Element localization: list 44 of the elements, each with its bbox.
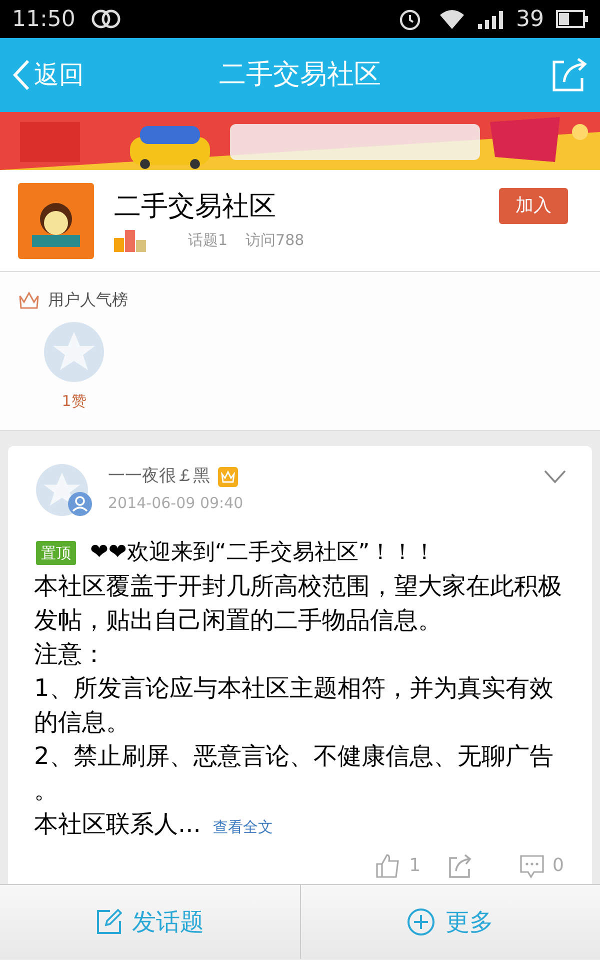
like-count: 1赞 (62, 391, 86, 412)
dropdown-icon[interactable] (544, 470, 566, 484)
thumbs-up-icon (375, 852, 402, 878)
visit-count: 访问788 (246, 230, 304, 252)
like-button[interactable]: 1 (375, 852, 421, 879)
share-icon[interactable] (446, 852, 473, 878)
wifi-icon (438, 8, 466, 30)
back-button[interactable]: 返回 (12, 56, 84, 94)
pinned-tag: 置顶 (36, 540, 76, 564)
read-more-link[interactable]: 查看全文 (212, 810, 273, 844)
join-button[interactable]: 加入 (499, 188, 568, 224)
edit-icon (96, 909, 122, 935)
post-text-line: 本社区覆盖于开封几所高校范围，望大家在此积极 (34, 571, 563, 602)
crown-badge-icon (218, 466, 238, 487)
clock: 11:50 (12, 6, 76, 34)
post-text-line: 本社区联系人... (34, 809, 201, 840)
topic-count: 话题1 (188, 230, 228, 252)
community-name: 二手交易社区 (114, 190, 277, 224)
post-text-line: 2、禁止刷屏、恶意言论、不健康信息、无聊广告 (34, 741, 554, 772)
post-text-line: 的信息。 (34, 707, 131, 738)
post-time: 2014-06-09 09:40 (108, 492, 244, 514)
post-text-line: 发帖，贴出自己闲置的二手物品信息。 (34, 605, 443, 636)
battery-icon (556, 10, 588, 28)
page-title: 二手交易社区 (219, 58, 381, 92)
new-topic-button[interactable]: 发话题 (0, 885, 300, 959)
avatar-icon (44, 322, 104, 382)
user-icon (68, 492, 92, 516)
more-button[interactable]: 更多 (300, 885, 600, 959)
link-icon (91, 9, 122, 29)
author-name: 一一夜很￡黑 (108, 465, 210, 488)
post-text-line: 1、所发言论应与本社区主题相符，并为真实有效 (34, 673, 554, 704)
comment-icon (518, 852, 545, 878)
level-icon (114, 230, 148, 252)
plus-circle-icon (407, 908, 436, 936)
post-text-line: 注意： (34, 639, 107, 670)
share-icon[interactable] (550, 58, 588, 92)
alarm-icon (398, 7, 422, 31)
post-title: ❤❤欢迎来到“二手交易社区”！！！ (90, 539, 436, 567)
ranking-title: 用户人气榜 (48, 289, 128, 311)
post-text-line: 。 (34, 775, 59, 806)
battery-level: 39 (516, 6, 544, 34)
crown-icon (18, 290, 40, 310)
back-icon (12, 59, 30, 91)
comment-button[interactable]: 0 (518, 852, 564, 879)
